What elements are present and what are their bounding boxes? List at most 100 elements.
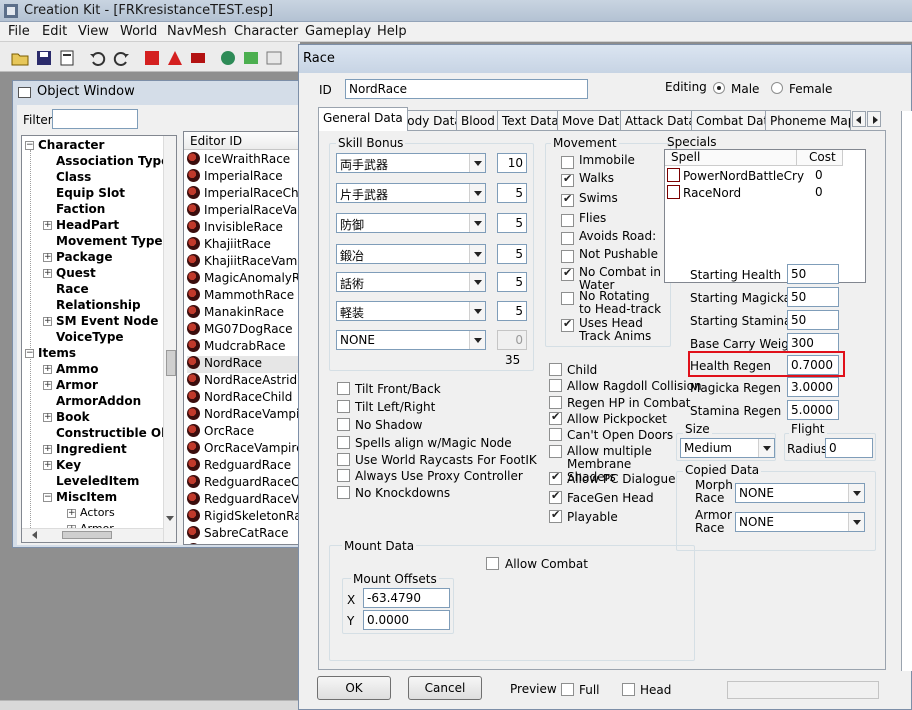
editor-id-row[interactable]: MagicAnomalyRace [187, 271, 300, 288]
movement-checkbox[interactable] [561, 156, 574, 169]
mount-offset-y-field[interactable]: 0.0000 [363, 610, 450, 630]
flag-checkbox[interactable] [337, 400, 350, 413]
expand-plus-icon[interactable]: + [43, 461, 52, 470]
flag-checkbox[interactable] [549, 489, 562, 504]
menu-file[interactable]: File [8, 24, 30, 39]
flag-checkbox[interactable] [549, 379, 562, 392]
movement-checkbox[interactable] [561, 172, 574, 187]
skill-bonus-value[interactable]: 5 [497, 183, 527, 203]
ok-button[interactable]: OK [317, 676, 391, 700]
allow-combat-checkbox[interactable] [486, 557, 499, 570]
editor-id-row[interactable]: NordRace [187, 356, 299, 373]
stat-field[interactable]: 50 [787, 264, 839, 284]
expand-plus-icon[interactable]: + [67, 509, 76, 518]
flag-checkbox[interactable] [549, 470, 562, 485]
flag-checkbox[interactable] [549, 445, 562, 458]
skill-dropdown[interactable]: 防御 [336, 213, 486, 233]
expand-plus-icon[interactable]: + [43, 317, 52, 326]
editor-id-row[interactable]: KhajiitRaceVampire [187, 254, 300, 271]
tree-item[interactable]: Character [38, 138, 104, 154]
tab-blood[interactable]: Blood [456, 110, 500, 130]
skill-dropdown[interactable]: NONE [336, 330, 486, 350]
specials-row[interactable]: PowerNordBattleCry [667, 168, 804, 184]
menu-edit[interactable]: Edit [42, 24, 67, 39]
skill-bonus-value[interactable]: 5 [497, 272, 527, 292]
editor-id-row[interactable]: MammothRace [187, 288, 299, 305]
tree-item[interactable]: Ingredient [56, 442, 127, 458]
scroll-left-arrow-icon[interactable] [32, 531, 37, 539]
tree-item[interactable]: Constructible Ob [56, 426, 170, 442]
flag-checkbox[interactable] [337, 486, 350, 499]
skill-bonus-value[interactable]: 5 [497, 213, 527, 233]
hscroll-thumb[interactable] [62, 531, 112, 539]
save-button[interactable] [34, 48, 54, 68]
redo-button[interactable] [111, 48, 131, 68]
movement-checkbox[interactable] [561, 266, 574, 281]
scroll-down-arrow-icon[interactable] [166, 516, 174, 521]
tree-item[interactable]: Items [38, 346, 76, 362]
preview-head-checkbox[interactable] [622, 683, 635, 696]
editor-id-row[interactable]: MG07DogRace [187, 322, 299, 339]
tab-attack-data[interactable]: Attack Data [620, 110, 701, 130]
collapse-minus-icon[interactable]: − [25, 349, 34, 358]
editor-id-row[interactable]: ImperialRace [187, 169, 299, 186]
expand-plus-icon[interactable]: + [43, 221, 52, 230]
editor-id-row[interactable]: OrcRace [187, 424, 299, 441]
movement-checkbox[interactable] [561, 317, 574, 332]
skill-dropdown[interactable]: 両手武器 [336, 153, 486, 173]
morph-race-dropdown[interactable]: NONE [735, 483, 865, 503]
cancel-button[interactable]: Cancel [408, 676, 482, 700]
tree-item[interactable]: VoiceType [56, 330, 124, 346]
tree-item[interactable]: Key [56, 458, 81, 474]
id-field[interactable]: NordRace [345, 79, 588, 99]
specials-row[interactable]: RaceNord [667, 185, 797, 201]
editor-id-row[interactable]: ImperialRaceChild [187, 186, 300, 203]
flag-checkbox[interactable] [337, 382, 350, 395]
skill-dropdown[interactable]: 鍛冶 [336, 244, 486, 264]
skill-dropdown[interactable]: 片手武器 [336, 183, 486, 203]
tree-item[interactable]: Equip Slot [56, 186, 125, 202]
expand-plus-icon[interactable]: + [43, 445, 52, 454]
tree-vertical-scrollbar[interactable] [163, 136, 176, 542]
editor-id-row[interactable]: RigidSkeletonRace [187, 509, 300, 526]
object-tree[interactable]: Character − Association Type Class Equip Slo… [21, 135, 177, 543]
expand-plus-icon[interactable]: + [43, 413, 52, 422]
tree-item[interactable]: MiscItem [56, 490, 117, 506]
editor-id-row[interactable]: OrcRaceVampire [187, 441, 300, 458]
landscape-button[interactable] [241, 48, 261, 68]
specials-list[interactable]: Spell Cost PowerNordBattleCry 0 RaceNord 0 [664, 149, 866, 283]
tree-horizontal-scrollbar[interactable] [22, 528, 163, 542]
render-button[interactable] [142, 48, 162, 68]
skill-dropdown[interactable]: 話術 [336, 272, 486, 292]
editor-id-list[interactable]: Editor ID IceWraithRace ImperialRace Imper… [183, 131, 301, 545]
movement-checkbox[interactable] [561, 214, 574, 227]
editor-id-row[interactable]: ManakinRace [187, 305, 299, 322]
tree-item[interactable]: Faction [56, 202, 105, 218]
tree-item[interactable]: Quest [56, 266, 96, 282]
editor-id-row[interactable]: ImperialRaceVampire [187, 203, 300, 220]
flag-checkbox[interactable] [549, 428, 562, 441]
tab-general-data[interactable]: General Data [318, 107, 408, 131]
stat-field[interactable]: 50 [787, 287, 839, 307]
filter-input[interactable] [52, 109, 138, 129]
menu-help[interactable]: Help [377, 24, 407, 39]
cost-column-header[interactable]: Cost [797, 150, 843, 166]
tree-item[interactable]: Ammo [56, 362, 99, 378]
skill-bonus-value[interactable]: 10 [497, 153, 527, 173]
tree-item[interactable]: Class [56, 170, 91, 186]
armor-race-dropdown[interactable]: NONE [735, 512, 865, 532]
editor-id-row[interactable]: NordRaceChild [187, 390, 299, 407]
collapse-minus-icon[interactable]: − [25, 141, 34, 150]
editor-id-column-header[interactable]: Editor ID [184, 132, 300, 150]
menu-navmesh[interactable]: NavMesh [167, 24, 227, 39]
skill-bonus-value[interactable]: 5 [497, 301, 527, 321]
movement-checkbox[interactable] [561, 292, 574, 305]
tab-phoneme-mapping[interactable]: Phoneme Mappi [765, 110, 851, 130]
editor-id-row[interactable]: IceWraithRace [187, 152, 299, 169]
tree-item[interactable]: LeveledItem [56, 474, 139, 490]
tree-item[interactable]: ArmorAddon [56, 394, 141, 410]
expand-plus-icon[interactable]: + [43, 269, 52, 278]
menu-gameplay[interactable]: Gameplay [305, 24, 371, 39]
female-radio[interactable] [771, 82, 783, 94]
flag-checkbox[interactable] [549, 363, 562, 376]
